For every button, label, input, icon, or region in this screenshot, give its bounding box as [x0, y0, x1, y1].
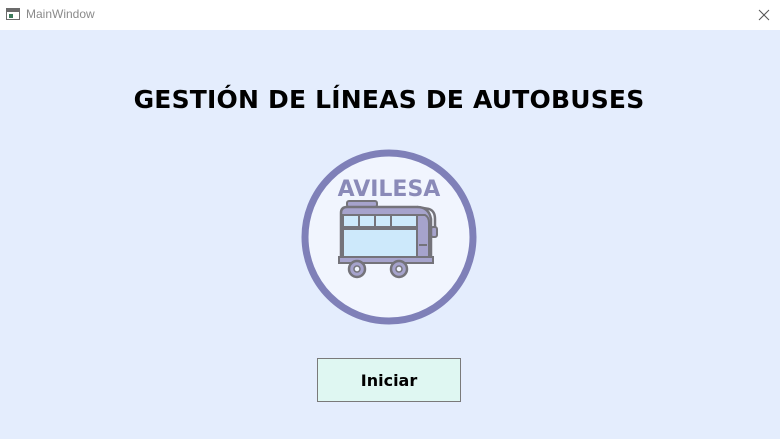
- close-icon: [758, 9, 770, 21]
- client-area: GESTIÓN DE LÍNEAS DE AUTOBUSES AVILESA I…: [0, 30, 780, 439]
- title-bar: MainWindow: [0, 0, 780, 30]
- close-button[interactable]: [748, 0, 780, 30]
- avilesa-logo: AVILESA: [301, 149, 477, 325]
- start-button[interactable]: Iniciar: [317, 358, 461, 402]
- page-title: GESTIÓN DE LÍNEAS DE AUTOBUSES: [133, 85, 645, 114]
- window-title: MainWindow: [26, 7, 95, 21]
- main-window: MainWindow GESTIÓN DE LÍNEAS DE AUTOBUSE…: [0, 0, 780, 439]
- logo-brand-text: AVILESA: [338, 177, 441, 202]
- window-app-icon: [6, 8, 20, 20]
